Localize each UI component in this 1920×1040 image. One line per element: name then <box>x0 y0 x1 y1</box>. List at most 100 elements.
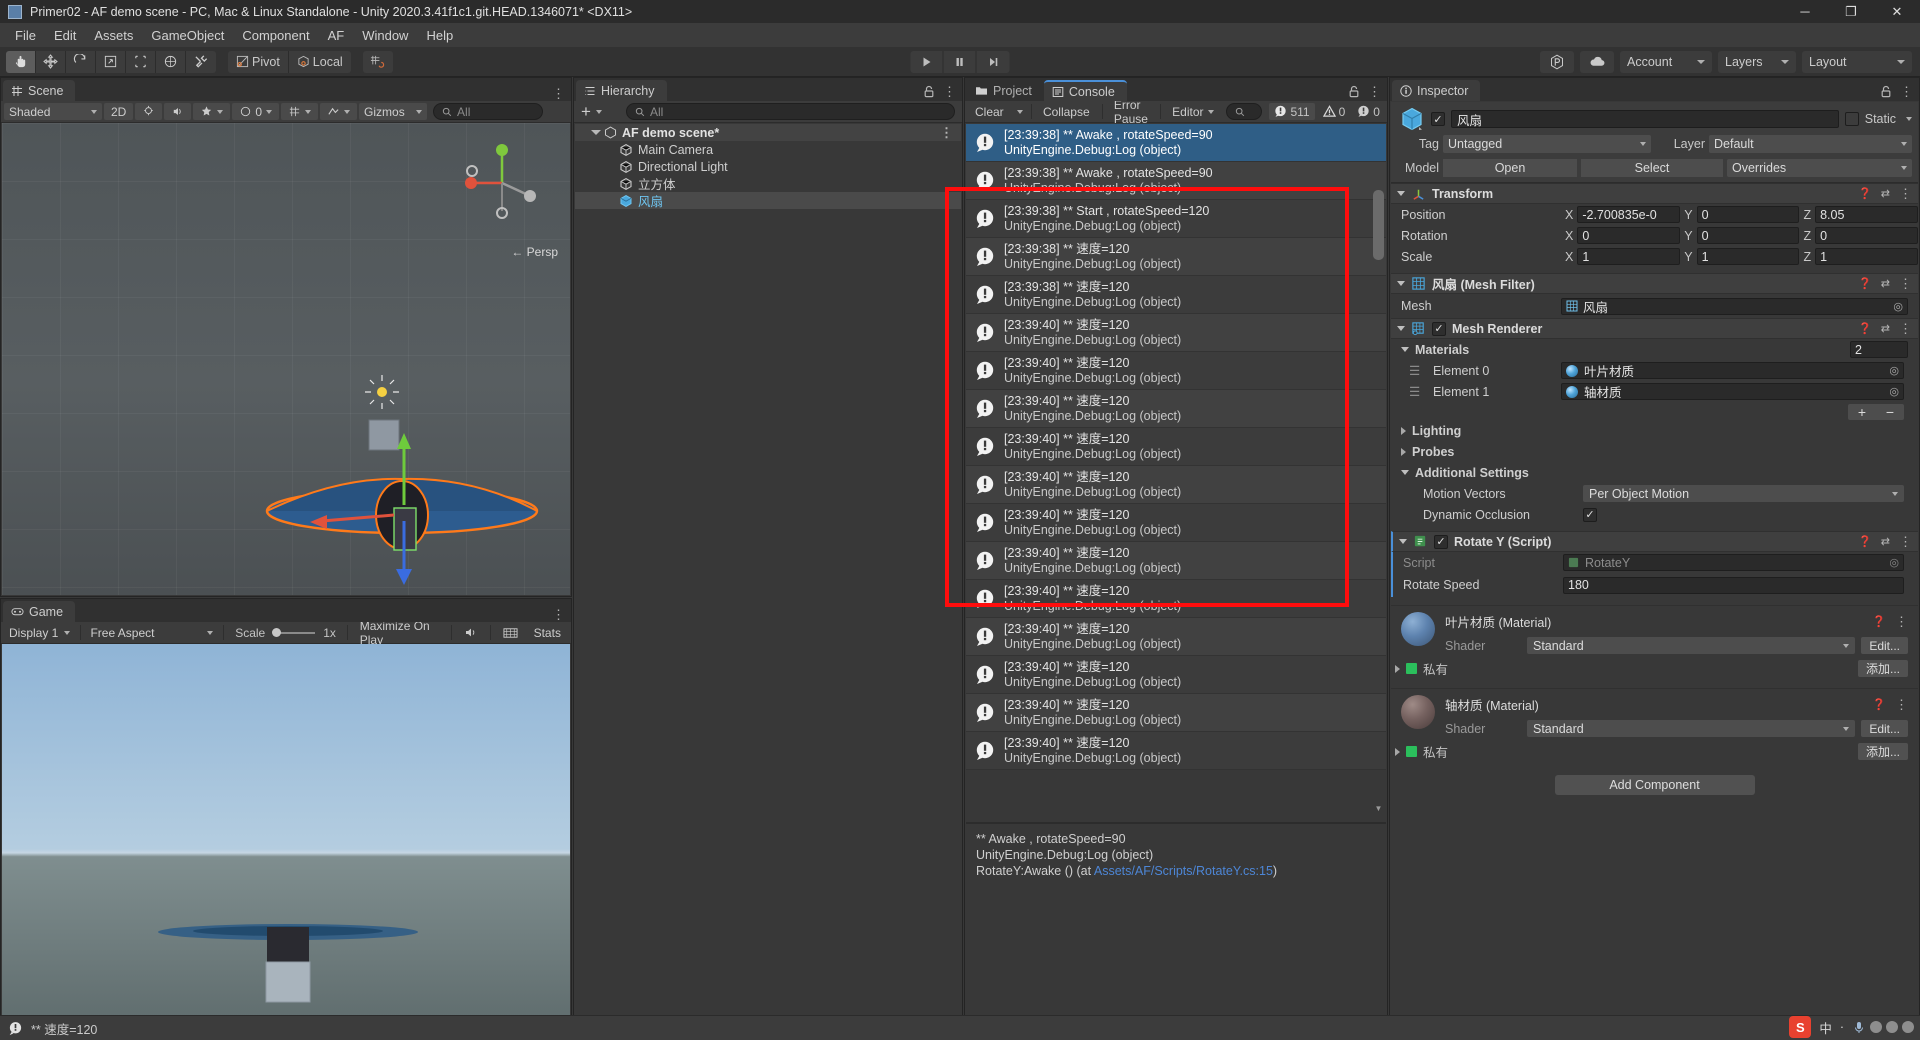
component-menu-icon[interactable]: ⋮ <box>1895 698 1908 711</box>
remove-material-button[interactable]: − <box>1876 404 1904 420</box>
static-checkbox[interactable] <box>1844 112 1859 126</box>
hierarchy-row-scene[interactable]: AF demo scene* ⋮ <box>575 124 961 141</box>
layer-dropdown[interactable]: Default <box>1709 135 1912 153</box>
console-log-row[interactable]: [23:39:40] ** 速度=120 UnityEngine.Debug:L… <box>966 694 1386 732</box>
ime-mode-label[interactable]: 中 <box>1819 1018 1832 1037</box>
component-menu-icon[interactable]: ⋮ <box>1899 535 1912 548</box>
tag-dropdown[interactable]: Untagged <box>1443 135 1651 153</box>
tab-project[interactable]: Project <box>967 80 1044 101</box>
material-0-edit-button[interactable]: Edit... <box>1861 637 1908 654</box>
tab-inspector[interactable]: Inspector <box>1392 80 1481 101</box>
console-log-row[interactable]: [23:39:40] ** 速度=120 UnityEngine.Debug:L… <box>966 618 1386 656</box>
display-dropdown[interactable]: Display 1 <box>4 624 75 641</box>
pivot-toggle[interactable]: Pivot <box>228 50 289 73</box>
preset-icon[interactable]: ⇄ <box>1881 322 1890 335</box>
menu-file[interactable]: File <box>6 25 45 46</box>
component-menu-icon[interactable]: ⋮ <box>1899 322 1912 335</box>
lock-icon[interactable] <box>923 85 935 98</box>
lock-icon[interactable] <box>1348 85 1360 98</box>
console-log-row[interactable]: [23:39:38] ** Awake , rotateSpeed=90 Uni… <box>966 162 1386 200</box>
scene-fx-dropdown[interactable] <box>193 103 231 120</box>
scene-menu-icon[interactable]: ⋮ <box>552 87 565 100</box>
shading-mode-dropdown[interactable]: Shaded <box>4 103 102 120</box>
help-icon[interactable]: ❓ <box>1872 698 1886 711</box>
add-component-button[interactable]: Add Component <box>1554 775 1755 795</box>
scene-lighting-icon[interactable] <box>135 103 163 120</box>
hierarchy-menu-icon[interactable]: ⋮ <box>943 85 956 98</box>
console-detail-pane[interactable]: ** Awake , rotateSpeed=90 UnityEngine.De… <box>966 822 1386 1038</box>
chevron-right-icon[interactable] <box>1401 426 1406 435</box>
script-enabled-checkbox[interactable]: ✓ <box>1434 534 1448 549</box>
object-name-input[interactable]: 风扇 <box>1451 110 1839 128</box>
preset-icon[interactable]: ⇄ <box>1881 187 1890 200</box>
scale-y-input[interactable]: 1 <box>1696 248 1800 265</box>
chevron-down-icon[interactable] <box>1401 347 1409 352</box>
scene-search-input[interactable]: All <box>433 103 544 120</box>
scale-slider-group[interactable]: Scale 1x <box>229 626 342 640</box>
console-log-row[interactable]: [23:39:40] ** 速度=120 UnityEngine.Debug:L… <box>966 428 1386 466</box>
menu-help[interactable]: Help <box>417 25 462 46</box>
object-picker-icon[interactable]: ◎ <box>1893 300 1903 313</box>
transform-tool-icon[interactable] <box>156 50 186 73</box>
console-log-row[interactable]: [23:39:38] ** 速度=120 UnityEngine.Debug:L… <box>966 238 1386 276</box>
clear-dropdown-icon[interactable] <box>1016 109 1023 114</box>
material-0-shader-dropdown[interactable]: Standard <box>1527 637 1856 654</box>
console-log-row[interactable]: [23:39:40] ** 速度=120 UnityEngine.Debug:L… <box>966 466 1386 504</box>
aspect-dropdown[interactable]: Free Aspect <box>85 624 218 641</box>
chevron-right-icon[interactable] <box>1395 664 1400 673</box>
scene-snap-icon[interactable] <box>320 103 358 120</box>
overrides-dropdown[interactable]: Overrides <box>1727 159 1912 177</box>
scale-z-input[interactable]: 1 <box>1815 248 1918 265</box>
scene-audio-icon[interactable] <box>164 103 192 120</box>
console-log-row[interactable]: [23:39:38] ** 速度=120 UnityEngine.Debug:L… <box>966 276 1386 314</box>
minimize-button[interactable]: ─ <box>1782 0 1828 23</box>
preset-icon[interactable]: ⇄ <box>1881 535 1890 548</box>
lock-icon[interactable] <box>1880 85 1892 98</box>
clear-button[interactable]: Clear <box>968 103 1011 120</box>
console-log-row[interactable]: [23:39:40] ** 速度=120 UnityEngine.Debug:L… <box>966 732 1386 770</box>
rotate-y-script-header[interactable]: ✓ Rotate Y (Script) ❓ ⇄ ⋮ <box>1391 531 1918 552</box>
chevron-down-icon[interactable] <box>1399 539 1407 544</box>
chevron-right-icon[interactable] <box>1401 447 1406 456</box>
hand-tool-icon[interactable] <box>6 50 36 73</box>
additional-settings-foldout[interactable]: Additional Settings <box>1391 462 1918 483</box>
error-count-badge[interactable]: 0 <box>1353 103 1384 120</box>
drag-handle-icon[interactable]: ☰ <box>1409 363 1433 378</box>
maximize-button[interactable]: ❐ <box>1828 0 1874 23</box>
ime-extra-icons[interactable] <box>1852 1020 1914 1034</box>
help-icon[interactable]: ❓ <box>1858 187 1872 200</box>
object-picker-icon[interactable]: ◎ <box>1889 364 1899 377</box>
help-icon[interactable]: ❓ <box>1858 277 1872 290</box>
grid-snap-icon[interactable] <box>362 50 393 73</box>
position-y-input[interactable]: 0 <box>1696 206 1800 223</box>
position-x-input[interactable]: -2.700835e-0 <box>1577 206 1681 223</box>
scale-tool-icon[interactable] <box>96 50 126 73</box>
script-object-field[interactable]: RotateY ◎ <box>1563 554 1904 571</box>
add-material-button[interactable]: + <box>1848 404 1876 420</box>
probes-foldout[interactable]: Probes <box>1391 441 1918 462</box>
mute-audio-icon[interactable] <box>457 624 485 641</box>
console-log-row[interactable]: [23:39:40] ** 速度=120 UnityEngine.Debug:L… <box>966 580 1386 618</box>
component-menu-icon[interactable]: ⋮ <box>1899 277 1912 290</box>
object-enabled-checkbox[interactable]: ✓ <box>1431 112 1445 126</box>
material-1-private-checkbox[interactable] <box>1406 746 1417 757</box>
pause-button[interactable] <box>943 50 977 73</box>
tab-game[interactable]: Game <box>3 601 76 622</box>
menu-component[interactable]: Component <box>233 25 318 46</box>
dynamic-occlusion-checkbox[interactable]: ✓ <box>1583 507 1597 522</box>
menu-assets[interactable]: Assets <box>85 25 142 46</box>
game-gizmos-icon[interactable] <box>496 624 525 641</box>
hierarchy-row-directional-light[interactable]: Directional Light <box>575 158 961 175</box>
rect-tool-icon[interactable] <box>126 50 156 73</box>
ime-status-dot[interactable] <box>1870 1021 1882 1033</box>
console-log-row[interactable]: [23:39:40] ** 速度=120 UnityEngine.Debug:L… <box>966 542 1386 580</box>
toggle-2d-button[interactable]: 2D <box>104 103 134 120</box>
console-log-row[interactable]: [23:39:38] ** Start , rotateSpeed=120 Un… <box>966 200 1386 238</box>
console-scrollbar[interactable]: ▼ <box>1373 126 1384 814</box>
help-icon[interactable]: ❓ <box>1858 322 1872 335</box>
rotation-y-input[interactable]: 0 <box>1696 227 1800 244</box>
local-toggle[interactable]: Local <box>288 50 351 73</box>
cloud-icon[interactable] <box>1580 50 1614 73</box>
account-dropdown[interactable]: Account <box>1620 50 1712 73</box>
hierarchy-search-input[interactable]: All <box>625 103 955 120</box>
